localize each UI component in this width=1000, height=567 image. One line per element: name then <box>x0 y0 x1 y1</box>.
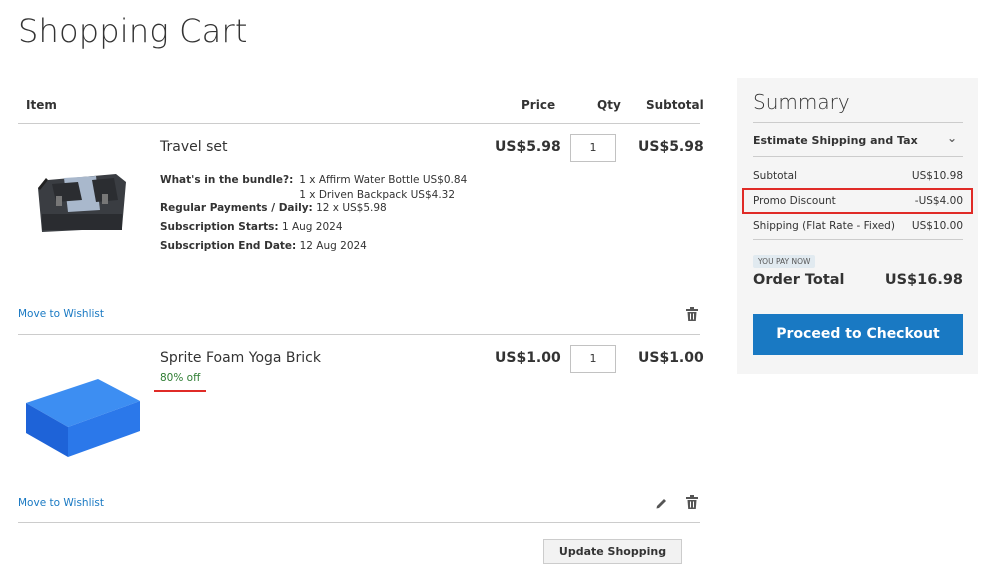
order-total-value: US$16.98 <box>884 272 963 288</box>
summary-title: Summary <box>753 90 850 114</box>
row-value: US$10.00 <box>911 220 963 232</box>
proceed-to-checkout-button[interactable]: Proceed to Checkout <box>753 314 963 355</box>
product-price: US$1.00 <box>495 350 561 366</box>
product-name[interactable]: Travel set <box>160 139 227 155</box>
qty-input[interactable]: 1 <box>570 134 616 162</box>
trash-icon[interactable] <box>686 495 698 509</box>
product-subtotal: US$1.00 <box>638 350 704 366</box>
option-label: Regular Payments / Daily: <box>160 202 313 214</box>
estimate-shipping-toggle[interactable]: Estimate Shipping and Tax ⌄ <box>753 122 963 157</box>
pencil-icon[interactable] <box>655 497 668 510</box>
column-subtotal: Subtotal <box>646 98 704 112</box>
product-options: What's in the bundle?: 1 x Affirm Water … <box>160 174 467 259</box>
column-item: Item <box>26 98 57 112</box>
chevron-down-icon: ⌄ <box>946 131 957 145</box>
option-subscription-end: Subscription End Date: 12 Aug 2024 <box>160 240 467 259</box>
product-subtotal: US$5.98 <box>638 139 704 155</box>
product-image-yoga-brick[interactable] <box>24 371 142 461</box>
product-name[interactable]: Sprite Foam Yoga Brick <box>160 350 321 366</box>
bundle-line: 1 x Affirm Water Bottle US$0.84 <box>299 174 468 186</box>
bundle-option: What's in the bundle?: 1 x Affirm Water … <box>160 174 467 202</box>
promo-discount-row: Promo Discount -US$4.00 <box>753 195 963 207</box>
bundle-lines: 1 x Affirm Water Bottle US$0.84 1 x Driv… <box>299 173 467 202</box>
bundle-line: 1 x Driven Backpack US$4.32 <box>299 189 456 201</box>
shipping-row: Shipping (Flat Rate - Fixed) US$10.00 <box>753 220 963 232</box>
column-price: Price <box>521 98 556 112</box>
row-value: -US$4.00 <box>914 195 963 207</box>
row-label: Promo Discount <box>753 195 836 207</box>
trash-icon[interactable] <box>686 307 698 321</box>
bundle-label: What's in the bundle?: <box>160 174 294 186</box>
order-total-label: Order Total <box>753 272 845 288</box>
row-value: US$10.98 <box>911 170 963 182</box>
highlight-underline <box>154 390 206 392</box>
option-value: 12 x US$5.98 <box>316 202 387 214</box>
cart-item-yoga-brick: Sprite Foam Yoga Brick 80% off US$1.00 1… <box>18 335 704 523</box>
cart-table: Item Price Qty Subtotal Travel set US$5.… <box>18 88 704 523</box>
row-label: Subtotal <box>753 170 797 182</box>
page-title: Shopping Cart <box>18 12 248 50</box>
option-value: 12 Aug 2024 <box>299 240 367 252</box>
move-to-wishlist-link[interactable]: Move to Wishlist <box>18 308 104 320</box>
subtotal-row: Subtotal US$10.98 <box>753 170 963 182</box>
order-total-row: Order Total US$16.98 <box>753 272 963 288</box>
product-price: US$5.98 <box>495 139 561 155</box>
option-regular-payments: Regular Payments / Daily: 12 x US$5.98 <box>160 202 467 221</box>
column-qty: Qty <box>597 98 621 112</box>
divider <box>753 239 963 240</box>
discount-label: 80% off <box>160 372 201 384</box>
cart-item-travel-set: Travel set US$5.98 1 US$5.98 What's in t… <box>18 124 704 335</box>
estimate-label: Estimate Shipping and Tax <box>753 134 918 147</box>
cart-table-header: Item Price Qty Subtotal <box>18 88 704 124</box>
option-value: 1 Aug 2024 <box>281 221 343 233</box>
pay-now-badge: YOU PAY NOW <box>753 255 816 268</box>
option-label: Subscription End Date: <box>160 240 297 252</box>
row-label: Shipping (Flat Rate - Fixed) <box>753 220 895 232</box>
option-label: Subscription Starts: <box>160 221 279 233</box>
move-to-wishlist-link[interactable]: Move to Wishlist <box>18 497 104 509</box>
option-subscription-starts: Subscription Starts: 1 Aug 2024 <box>160 221 467 240</box>
update-cart-button[interactable]: Update Shopping Cart <box>543 539 682 564</box>
order-summary: Summary Estimate Shipping and Tax ⌄ Subt… <box>737 78 978 374</box>
qty-input[interactable]: 1 <box>570 345 616 373</box>
product-image-travel-set[interactable] <box>34 170 130 238</box>
